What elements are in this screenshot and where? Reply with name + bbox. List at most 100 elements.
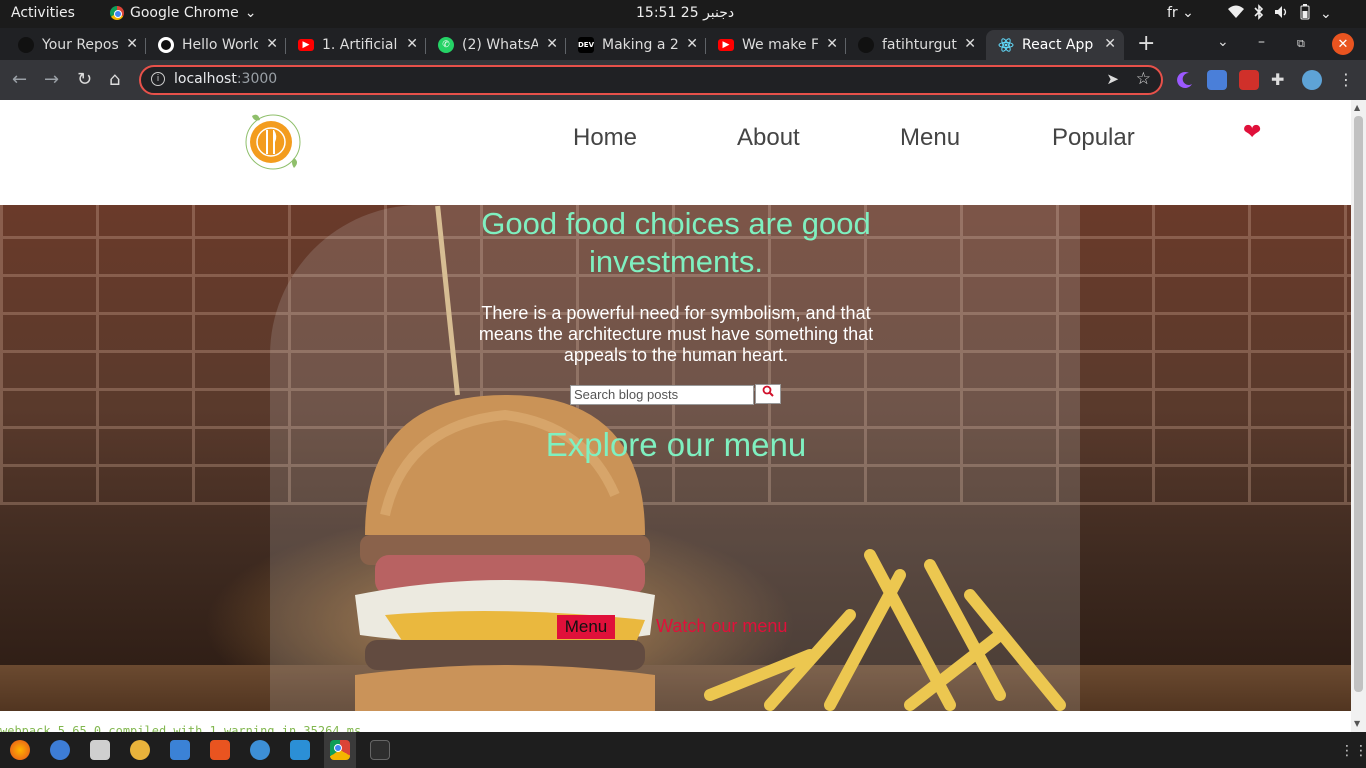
browser-tab[interactable]: Your Repos ✕ bbox=[6, 30, 146, 60]
reload-button[interactable]: ↻ bbox=[77, 69, 92, 90]
show-applications-icon[interactable]: ⋮⋮⋮ bbox=[1340, 743, 1366, 759]
tab-strip: Your Repos ✕ Hello World ✕ ▶ 1. Artifici… bbox=[0, 28, 1366, 60]
writer-icon[interactable] bbox=[170, 740, 190, 760]
tab-title: We make Fr bbox=[742, 37, 818, 53]
youtube-icon: ▶ bbox=[718, 39, 734, 51]
github-icon bbox=[858, 37, 874, 53]
chevron-down-icon: ⌄ bbox=[244, 5, 257, 21]
terminal-icon[interactable] bbox=[370, 740, 390, 760]
new-tab-button[interactable]: + bbox=[1137, 31, 1155, 56]
extensions-puzzle-icon[interactable]: ✚ bbox=[1271, 70, 1291, 90]
page-scrollbar[interactable]: ▲ ▼ bbox=[1351, 100, 1366, 732]
chrome-dock-icon[interactable] bbox=[330, 740, 350, 760]
browser-tab[interactable]: ▶ We make Fr ✕ bbox=[706, 30, 846, 60]
github-icon bbox=[158, 37, 174, 53]
nav-menu-link[interactable]: Menu bbox=[900, 124, 960, 152]
dark-mode-extension-icon[interactable] bbox=[1175, 70, 1195, 90]
close-window-button[interactable]: ✕ bbox=[1332, 33, 1354, 55]
watch-menu-link[interactable]: Watch our menu bbox=[656, 616, 787, 637]
tab-title: Your Repos bbox=[42, 37, 118, 53]
files-icon[interactable] bbox=[90, 740, 110, 760]
url-host: localhost bbox=[174, 71, 237, 87]
browser-tab[interactable]: fatihturgut ✕ bbox=[846, 30, 984, 60]
send-to-devices-icon[interactable]: ➤ bbox=[1106, 70, 1119, 88]
explore-heading: Explore our menu bbox=[545, 426, 807, 463]
browser-toolbar: ← → ↻ ⌂ i localhost:3000 ➤ ☆ ✚ ⋮ bbox=[0, 60, 1366, 100]
app-menu-label: Google Chrome bbox=[130, 5, 239, 21]
browser-tab-active[interactable]: React App ✕ bbox=[986, 30, 1124, 60]
page-viewport: Home About Menu Popular ❤ Good food choi… bbox=[0, 100, 1351, 732]
power-menu-icon: ⌄ bbox=[1320, 6, 1332, 22]
search-button[interactable] bbox=[755, 384, 781, 404]
nav-home-link[interactable]: Home bbox=[573, 124, 637, 152]
browser-tab[interactable]: ✆ (2) WhatsApp ✕ bbox=[426, 30, 566, 60]
battery-icon bbox=[1300, 4, 1310, 24]
close-tab-icon[interactable]: ✕ bbox=[826, 36, 838, 52]
tab-title: Hello World bbox=[182, 37, 258, 53]
close-tab-icon[interactable]: ✕ bbox=[266, 36, 278, 52]
back-button[interactable]: ← bbox=[12, 69, 27, 90]
restore-button[interactable]: ⧉ bbox=[1297, 37, 1305, 51]
close-tab-icon[interactable]: ✕ bbox=[686, 36, 698, 52]
screenshot-extension-icon[interactable] bbox=[1239, 70, 1259, 90]
close-tab-icon[interactable]: ✕ bbox=[406, 36, 418, 52]
close-tab-icon[interactable]: ✕ bbox=[964, 36, 976, 52]
close-tab-icon[interactable]: ✕ bbox=[546, 36, 558, 52]
close-tab-icon[interactable]: ✕ bbox=[1104, 36, 1116, 52]
firefox-icon[interactable] bbox=[10, 740, 30, 760]
heart-icon[interactable]: ❤ bbox=[1243, 120, 1261, 145]
rhythmbox-icon[interactable] bbox=[130, 740, 150, 760]
help-icon[interactable] bbox=[250, 740, 270, 760]
search-input[interactable]: Search blog posts bbox=[570, 385, 754, 405]
home-button[interactable]: ⌂ bbox=[109, 69, 120, 90]
thunderbird-icon[interactable] bbox=[50, 740, 70, 760]
dev-icon: DEV bbox=[578, 37, 594, 53]
tab-title: 1. Artificial bbox=[322, 37, 398, 53]
browser-tab[interactable]: Hello World ✕ bbox=[146, 30, 286, 60]
tab-title: React App bbox=[1022, 37, 1094, 53]
address-bar[interactable]: i localhost:3000 ➤ ☆ bbox=[139, 65, 1163, 95]
forward-button[interactable]: → bbox=[44, 69, 59, 90]
clock[interactable]: 15:51 25 دجنبر bbox=[636, 5, 734, 21]
vscode-icon[interactable] bbox=[290, 740, 310, 760]
site-info-icon[interactable]: i bbox=[151, 72, 165, 86]
youtube-icon: ▶ bbox=[298, 39, 314, 51]
activities-button[interactable]: Activities bbox=[11, 5, 75, 21]
url-text: localhost:3000 bbox=[174, 71, 277, 87]
nav-about-link[interactable]: About bbox=[737, 124, 800, 152]
bluetooth-icon bbox=[1254, 4, 1264, 24]
react-icon bbox=[998, 37, 1014, 53]
wifi-icon bbox=[1228, 5, 1244, 23]
tab-title: fatihturgut bbox=[882, 37, 957, 53]
scrollbar-thumb[interactable] bbox=[1354, 116, 1363, 692]
tab-title: Making a 2 bbox=[602, 37, 678, 53]
more-menu-icon[interactable]: ⋮ bbox=[1338, 70, 1358, 90]
site-header: Home About Menu Popular ❤ bbox=[0, 100, 1351, 205]
scroll-up-arrow-icon[interactable]: ▲ bbox=[1354, 103, 1360, 112]
hero-section: Good food choices are good investments. … bbox=[0, 205, 1351, 711]
bookmark-star-icon[interactable]: ☆ bbox=[1136, 69, 1151, 89]
software-center-icon[interactable] bbox=[210, 740, 230, 760]
hero-title: Good food choices are good investments. bbox=[481, 206, 871, 279]
profile-avatar[interactable] bbox=[1302, 70, 1322, 90]
browser-tab[interactable]: DEV Making a 2 ✕ bbox=[566, 30, 706, 60]
dock: ⋮⋮⋮ bbox=[0, 732, 1366, 768]
search-icon bbox=[762, 385, 774, 397]
chrome-icon bbox=[110, 6, 124, 20]
browser-tab[interactable]: ▶ 1. Artificial ✕ bbox=[286, 30, 426, 60]
system-tray[interactable]: ⌄ bbox=[1228, 4, 1332, 24]
whatsapp-icon: ✆ bbox=[438, 37, 454, 53]
app-menu[interactable]: Google Chrome ⌄ bbox=[110, 5, 256, 21]
tab-search-icon[interactable]: ⌄ bbox=[1217, 34, 1229, 50]
translate-extension-icon[interactable] bbox=[1207, 70, 1227, 90]
system-top-bar: Activities Google Chrome ⌄ 15:51 25 دجنب… bbox=[0, 0, 1366, 28]
github-icon bbox=[18, 37, 34, 53]
minimize-button[interactable]: – bbox=[1258, 34, 1265, 50]
nav-popular-link[interactable]: Popular bbox=[1052, 124, 1135, 152]
keyboard-layout-label: fr bbox=[1167, 5, 1178, 21]
tab-title: (2) WhatsApp bbox=[462, 37, 538, 53]
keyboard-layout[interactable]: fr ⌄ bbox=[1167, 5, 1194, 21]
logo[interactable] bbox=[244, 110, 302, 172]
menu-button[interactable]: Menu bbox=[557, 615, 615, 639]
close-tab-icon[interactable]: ✕ bbox=[126, 36, 138, 52]
